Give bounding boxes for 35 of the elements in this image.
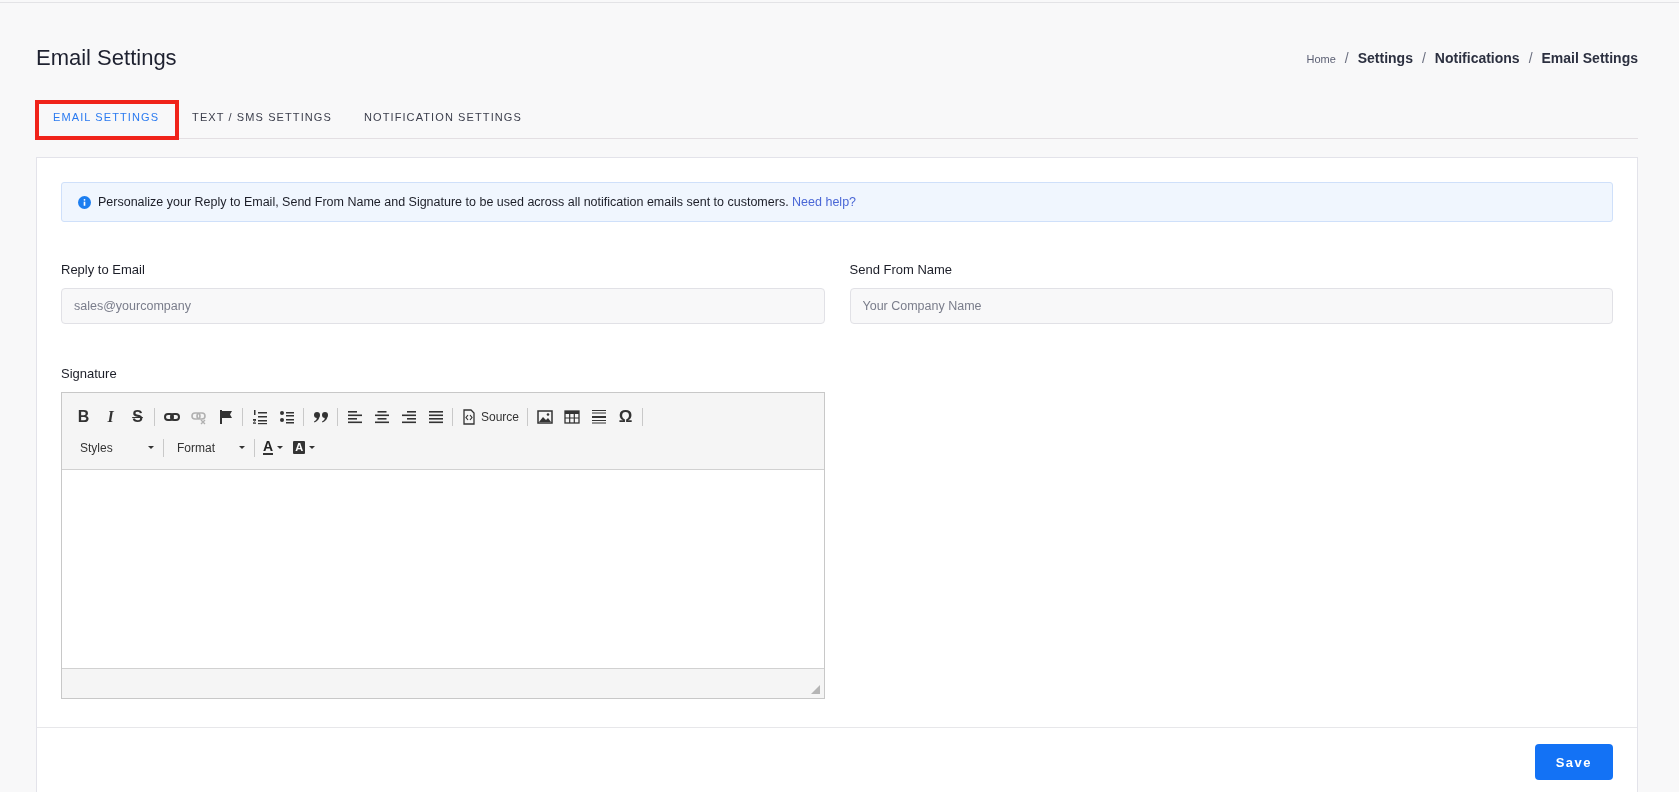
source-icon xyxy=(461,408,477,425)
breadcrumb-separator: / xyxy=(1528,50,1533,66)
field-label: Reply to Email xyxy=(61,262,146,277)
strike-button[interactable]: S xyxy=(124,405,151,428)
tab[interactable]: TEXT / SMS SETTINGS xyxy=(176,101,348,139)
background-color-button[interactable]: A xyxy=(288,436,321,459)
page-title: Email Settings xyxy=(36,45,177,71)
save-button[interactable]: Save xyxy=(1534,744,1613,780)
breadcrumb-separator: / xyxy=(1344,50,1349,66)
breadcrumb-link[interactable]: Settings xyxy=(1357,50,1413,66)
caret-icon xyxy=(148,446,154,449)
input-field[interactable]: Your Company Name xyxy=(849,288,1613,324)
special-char-button[interactable]: Ω xyxy=(612,405,640,428)
toolbar-dropdown[interactable]: Styles xyxy=(70,436,160,459)
breadcrumb-separator: / xyxy=(1421,50,1426,66)
tab[interactable]: NOTIFICATION SETTINGS xyxy=(347,101,538,139)
breadcrumb-link[interactable]: Home xyxy=(1306,53,1336,65)
help-link[interactable]: Need help? xyxy=(792,195,857,209)
field-label: Signature xyxy=(61,366,118,381)
italic-button[interactable]: I xyxy=(97,405,124,428)
breadcrumb-link[interactable]: Email Settings xyxy=(1541,50,1638,66)
tab[interactable]: EMAIL SETTINGS xyxy=(36,101,179,139)
caret-icon xyxy=(277,446,284,449)
bold-button[interactable]: B xyxy=(70,405,97,428)
breadcrumb-link[interactable]: Notifications xyxy=(1434,50,1520,66)
caret-icon xyxy=(239,446,245,449)
info-icon xyxy=(78,195,91,209)
caret-icon xyxy=(309,446,316,449)
input-field[interactable]: sales@yourcompany xyxy=(61,288,825,324)
source-button[interactable]: Source xyxy=(456,405,525,428)
field-label: Send From Name xyxy=(849,262,954,277)
info-message: Personalize your Reply to Email, Send From Name and Signature to be used across all notification emails sent to customers. Need help? xyxy=(98,195,857,209)
resize-grip-icon[interactable] xyxy=(810,685,820,694)
text-color-button[interactable]: A xyxy=(258,436,289,459)
toolbar-dropdown[interactable]: Format xyxy=(167,436,251,459)
